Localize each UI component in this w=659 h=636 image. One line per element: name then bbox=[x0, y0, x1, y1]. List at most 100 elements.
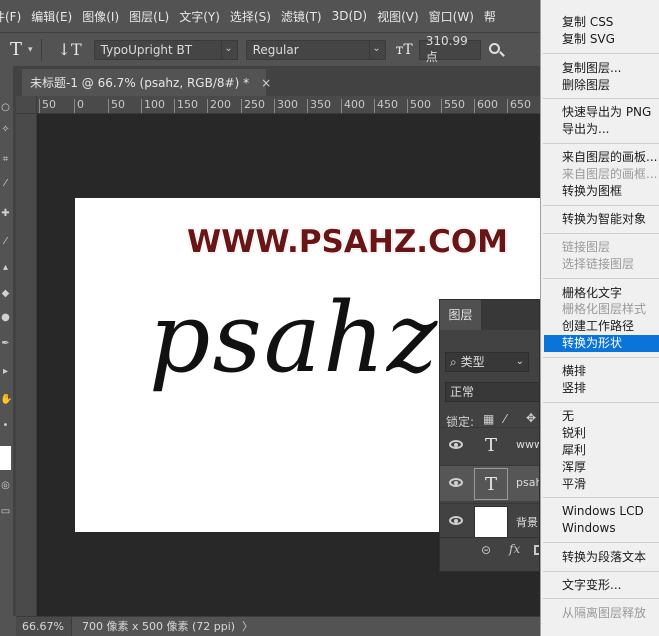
menu-item-delete-layer[interactable]: 删除图层 bbox=[541, 77, 659, 94]
menu-item-duplicate-layer[interactable]: 复制图层... bbox=[541, 60, 659, 77]
layer-row-www[interactable]: T www bbox=[440, 427, 539, 463]
tab-layers[interactable]: 图层 bbox=[440, 300, 482, 330]
menu-help[interactable]: 帮 bbox=[479, 8, 501, 25]
menu-item-convert-paragraph[interactable]: 转换为段落文本 bbox=[541, 549, 659, 566]
brush-tool-icon[interactable]: ⁄ bbox=[0, 236, 11, 247]
ruler-tick: 200 bbox=[207, 99, 231, 113]
ruler-corner[interactable] bbox=[16, 96, 37, 114]
menu-item-warp-text[interactable]: 文字变形... bbox=[541, 577, 659, 594]
eyedropper-icon[interactable]: ⁄ bbox=[0, 178, 11, 189]
menu-item-aa-smooth[interactable]: 平滑 bbox=[541, 476, 659, 493]
chevron-down-icon[interactable]: ▾ bbox=[28, 45, 33, 55]
menu-item-copy-css[interactable]: 复制 CSS bbox=[541, 14, 659, 31]
magic-wand-icon[interactable]: ✧ bbox=[0, 124, 11, 135]
search-icon[interactable] bbox=[487, 41, 505, 59]
menu-item-convert-to-shape[interactable]: 转换为形状 bbox=[544, 335, 659, 352]
menu-item-quick-export-png[interactable]: 快速导出为 PNG bbox=[541, 104, 659, 121]
menu-item-windows-lcd[interactable]: Windows LCD bbox=[541, 503, 659, 520]
menu-view[interactable]: 视图(V) bbox=[372, 8, 424, 25]
eraser-icon[interactable]: ◆ bbox=[0, 288, 11, 299]
menu-divider bbox=[543, 205, 659, 206]
quick-mask-icon[interactable]: ◎ bbox=[0, 480, 11, 491]
status-more-icon[interactable]: 〉 bbox=[242, 617, 253, 636]
path-select-icon[interactable]: ▸ bbox=[0, 366, 11, 377]
menu-item-export-as[interactable]: 导出为... bbox=[541, 121, 659, 138]
font-family-select[interactable]: TypoUpright BT ⌄ bbox=[93, 39, 238, 60]
toolbox: ○ ✧ ⌗ ⁄ ✚ ⁄ ▴ ◆ ● ✒ ▸ ✋ • ◎ ▭ bbox=[0, 66, 13, 616]
menu-item-frame-from-layers: 来自图层的画框... bbox=[562, 167, 658, 181]
menu-item-link-layers: 链接图层 bbox=[562, 240, 611, 254]
zoom-tool-icon[interactable]: • bbox=[0, 420, 11, 431]
layer-name: psah bbox=[516, 476, 540, 489]
vertical-ruler[interactable] bbox=[16, 114, 37, 616]
font-style-select[interactable]: Regular ⌄ bbox=[245, 39, 386, 60]
layer-row-psahz[interactable]: T psah bbox=[440, 465, 540, 501]
healing-brush-icon[interactable]: ✚ bbox=[0, 208, 11, 219]
ruler-tick: 250 bbox=[241, 99, 265, 113]
layer-row-background[interactable]: 背景 bbox=[440, 503, 539, 539]
menu-item-create-work-path[interactable]: 创建工作路径 bbox=[541, 318, 659, 335]
menu-divider bbox=[543, 53, 659, 54]
lock-transparent-icon[interactable]: ▦ bbox=[483, 412, 494, 426]
screen-mode-icon[interactable]: ▭ bbox=[0, 506, 11, 517]
menu-file[interactable]: 件(F) bbox=[0, 8, 26, 25]
ruler-tick: 0 bbox=[74, 99, 84, 113]
watermark-text: WWW.PSAHZ.COM bbox=[187, 224, 509, 260]
chevron-down-icon: ⌄ bbox=[224, 42, 233, 54]
document-tab[interactable]: 未标题-1 @ 66.7% (psahz, RGB/8#) * × bbox=[22, 69, 271, 96]
foreground-color-swatch[interactable] bbox=[0, 446, 11, 470]
menu-item-aa-none[interactable]: 无 bbox=[541, 408, 659, 425]
menu-item-artboard-from-layers[interactable]: 来自图层的画板... bbox=[541, 149, 659, 166]
menu-item-horizontal[interactable]: 横排 bbox=[541, 363, 659, 380]
type-tool-icon[interactable]: T bbox=[10, 39, 22, 60]
lock-pixels-icon[interactable]: ⁄ bbox=[504, 412, 506, 426]
menu-divider bbox=[543, 233, 659, 234]
eye-icon[interactable] bbox=[449, 516, 463, 525]
text-layer-thumb-icon: T bbox=[474, 468, 508, 500]
close-icon[interactable]: × bbox=[261, 76, 271, 90]
hand-tool-icon[interactable]: ✋ bbox=[0, 394, 11, 405]
menu-edit[interactable]: 编辑(E) bbox=[26, 8, 77, 25]
blend-mode-select[interactable]: 正常 bbox=[445, 382, 539, 402]
horizontal-ruler[interactable]: 50 0 50 100 150 200 250 300 350 400 450 … bbox=[37, 96, 540, 114]
document-tab-bar: 未标题-1 @ 66.7% (psahz, RGB/8#) * × bbox=[16, 66, 540, 96]
eye-icon[interactable] bbox=[449, 478, 463, 487]
menu-filter[interactable]: 滤镜(T) bbox=[276, 8, 327, 25]
menu-item-aa-sharp[interactable]: 锐利 bbox=[541, 425, 659, 442]
script-text-layer[interactable]: psahz bbox=[149, 290, 439, 386]
menu-item-aa-crisp[interactable]: 犀利 bbox=[541, 442, 659, 459]
blur-tool-icon[interactable]: ● bbox=[0, 312, 11, 323]
lock-position-icon[interactable]: ✥ bbox=[526, 411, 536, 425]
stamp-tool-icon[interactable]: ▴ bbox=[0, 262, 11, 273]
text-orientation-icon[interactable]: ↓T bbox=[58, 40, 82, 59]
menu-item-convert-to-frame[interactable]: 转换为图框 bbox=[541, 183, 659, 200]
menu-item-convert-smart-object[interactable]: 转换为智能对象 bbox=[541, 211, 659, 228]
ruler-tick: 600 bbox=[474, 99, 498, 113]
lasso-tool-icon[interactable]: ○ bbox=[0, 102, 11, 113]
menu-type[interactable]: 文字(Y) bbox=[174, 8, 225, 25]
zoom-level[interactable]: 66.67% bbox=[16, 617, 72, 636]
eye-icon[interactable] bbox=[449, 440, 463, 449]
pen-tool-icon[interactable]: ✒ bbox=[0, 338, 11, 349]
menu-3d[interactable]: 3D(D) bbox=[327, 9, 372, 23]
menu-select[interactable]: 选择(S) bbox=[225, 8, 276, 25]
menu-item-copy-svg[interactable]: 复制 SVG bbox=[541, 31, 659, 48]
link-layers-icon[interactable]: ⊝ bbox=[481, 543, 491, 557]
menu-item-aa-strong[interactable]: 浑厚 bbox=[541, 459, 659, 476]
menu-layer[interactable]: 图层(L) bbox=[124, 8, 174, 25]
ruler-tick: 50 bbox=[108, 99, 125, 113]
ruler-tick: 300 bbox=[274, 99, 298, 113]
crop-tool-icon[interactable]: ⌗ bbox=[0, 154, 11, 165]
options-bar: T ▾ ↓T TypoUpright BT ⌄ Regular ⌄ тT 310… bbox=[0, 32, 540, 66]
layer-filter-select[interactable]: ⌕ 类型 ⌄ bbox=[445, 352, 529, 372]
menu-item-rasterize-type[interactable]: 栅格化文字 bbox=[541, 285, 659, 302]
fx-icon[interactable]: fx bbox=[509, 542, 520, 556]
layers-panel-header: 图层 bbox=[440, 300, 539, 330]
font-size-input[interactable]: 310.99 点 bbox=[418, 34, 481, 64]
menu-item-windows[interactable]: Windows bbox=[541, 520, 659, 537]
font-size-icon: тT bbox=[395, 41, 413, 58]
menu-image[interactable]: 图像(I) bbox=[77, 8, 124, 25]
menu-window[interactable]: 窗口(W) bbox=[424, 8, 479, 25]
menu-item-vertical[interactable]: 竖排 bbox=[541, 380, 659, 397]
menu-divider bbox=[543, 402, 659, 403]
